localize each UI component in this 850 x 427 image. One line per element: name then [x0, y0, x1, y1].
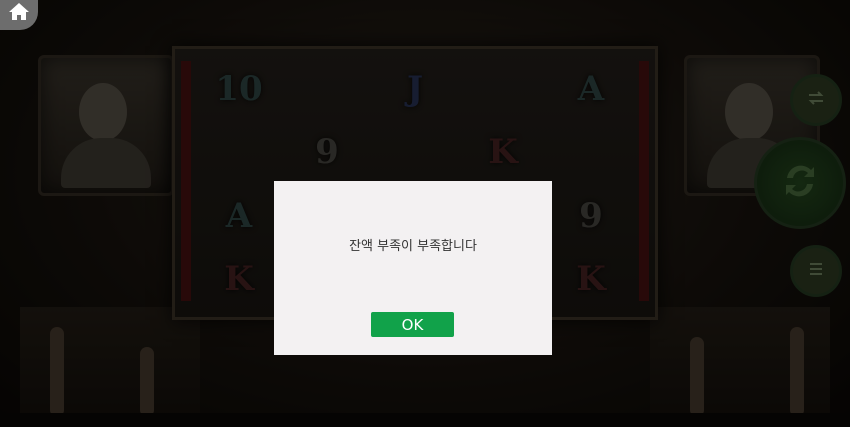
bottom-bar	[0, 413, 850, 427]
dialog-message: 잔액 부족이 부족합니다	[349, 239, 477, 254]
home-icon	[8, 1, 30, 25]
alert-dialog: 잔액 부족이 부족합니다 OK	[274, 181, 552, 355]
ok-button[interactable]: OK	[371, 312, 454, 337]
